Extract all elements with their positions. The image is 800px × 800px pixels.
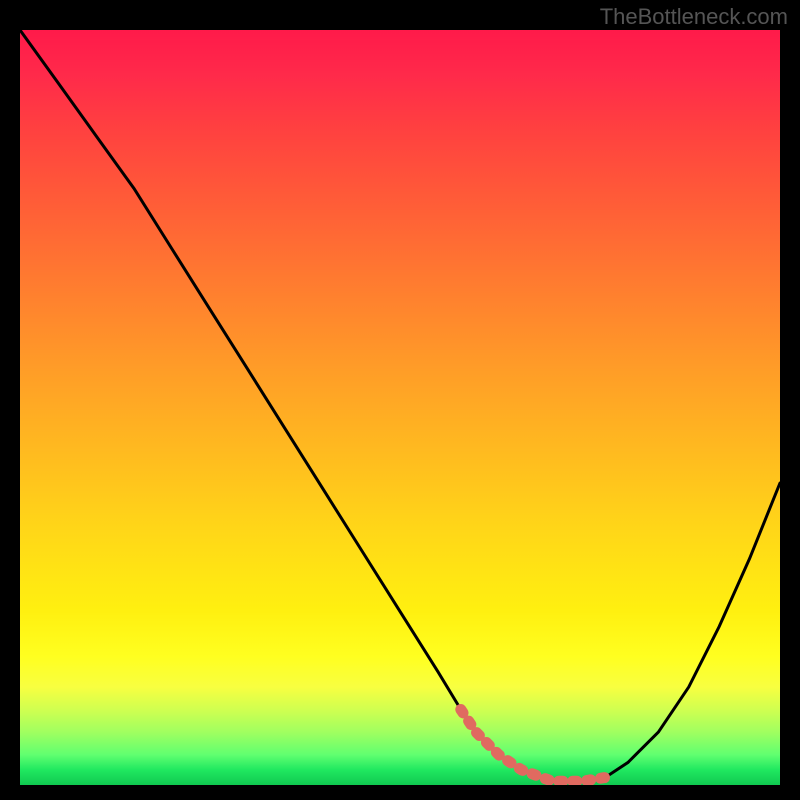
- bottleneck-curve: [20, 30, 780, 781]
- chart-curve-layer: [20, 30, 780, 785]
- chart-plot-area: [20, 30, 780, 785]
- highlight-segment: [461, 710, 605, 782]
- watermark-text: TheBottleneck.com: [600, 4, 788, 30]
